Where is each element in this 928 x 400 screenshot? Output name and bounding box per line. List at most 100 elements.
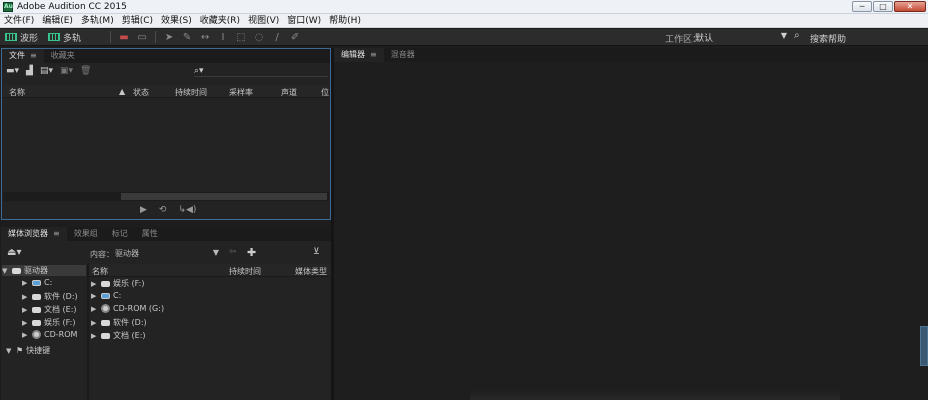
- razor-tool-icon[interactable]: ✎: [178, 29, 196, 46]
- system-drive-icon: [101, 292, 110, 299]
- list-item[interactable]: ▶ 文档 (E:): [91, 330, 146, 341]
- files-horizontal-scrollbar[interactable]: [3, 192, 329, 201]
- menu-window[interactable]: 窗口(W): [283, 14, 325, 28]
- tree-item-drives[interactable]: ▼ 驱动器: [2, 265, 86, 276]
- column-media-type[interactable]: 媒体类型: [295, 266, 327, 277]
- autoplay-icon[interactable]: ↳◀): [178, 205, 196, 215]
- tree-item-shortcuts[interactable]: ▼ ⚑ 快捷键: [6, 345, 50, 356]
- menu-edit[interactable]: 编辑(E): [38, 14, 77, 28]
- menu-view[interactable]: 视图(V): [244, 14, 283, 28]
- brush-tool-icon[interactable]: /: [268, 29, 286, 46]
- expand-right-icon[interactable]: ▶: [22, 319, 29, 327]
- tab-files[interactable]: 文件 ≡: [2, 49, 44, 63]
- column-duration[interactable]: 持续时间: [175, 87, 207, 98]
- open-file-icon[interactable]: ▬▾: [6, 66, 19, 76]
- spectral-frequency-icon[interactable]: ▬: [115, 29, 133, 46]
- menu-effects[interactable]: 效果(S): [157, 14, 196, 28]
- import-file-icon[interactable]: ▟: [26, 66, 33, 76]
- expand-right-icon[interactable]: ▶: [91, 319, 98, 327]
- column-name[interactable]: 名称: [9, 87, 25, 98]
- play-icon[interactable]: ▶: [140, 205, 147, 215]
- list-item[interactable]: ▶ 娱乐 (F:): [91, 278, 144, 289]
- files-search-input[interactable]: ⌕▾: [194, 66, 328, 77]
- list-item-label: 文档 (E:): [113, 331, 146, 340]
- expand-down-icon[interactable]: ▼: [6, 347, 13, 355]
- delete-icon[interactable]: 🗑: [80, 66, 91, 76]
- list-item[interactable]: ▶ CD-ROM (G:): [91, 304, 164, 313]
- tab-editor[interactable]: 编辑器 ≡: [334, 48, 384, 62]
- loop-icon[interactable]: ⟲: [159, 205, 167, 215]
- tree-item-c[interactable]: ▶ C:: [22, 278, 52, 287]
- media-column-header: 名称 持续时间 媒体类型: [89, 264, 330, 277]
- scrollbar-thumb[interactable]: [121, 193, 327, 200]
- move-tool-icon[interactable]: ➤: [160, 29, 178, 46]
- expand-down-icon[interactable]: ▼: [2, 267, 9, 275]
- tree-item-d[interactable]: ▶ 软件 (D:): [22, 291, 78, 302]
- tab-properties[interactable]: 属性: [135, 227, 165, 241]
- content-select[interactable]: 驱动器 ▼: [115, 248, 221, 259]
- expand-right-icon[interactable]: ▶: [91, 305, 98, 313]
- help-search-input[interactable]: 搜索帮助: [810, 32, 846, 45]
- tab-markers[interactable]: 标记: [105, 227, 135, 241]
- column-sample-rate[interactable]: 采样率: [229, 87, 253, 98]
- expand-right-icon[interactable]: ▶: [91, 292, 98, 300]
- menu-help[interactable]: 帮助(H): [325, 14, 365, 28]
- spectral-pitch-icon[interactable]: ▭: [133, 29, 151, 46]
- tree-item-cdrom[interactable]: ▶ CD-ROM: [22, 330, 77, 339]
- new-file-icon[interactable]: ▤▾: [40, 66, 53, 76]
- lasso-tool-icon[interactable]: ◌: [250, 29, 268, 46]
- close-button[interactable]: ✕: [894, 1, 926, 12]
- back-icon[interactable]: ⇦: [229, 247, 237, 257]
- tab-mixer[interactable]: 混音器: [384, 48, 422, 62]
- expand-right-icon[interactable]: ▶: [22, 306, 29, 314]
- expand-right-icon[interactable]: ▶: [22, 293, 29, 301]
- menu-file[interactable]: 文件(F): [0, 14, 38, 28]
- column-name[interactable]: 名称: [92, 266, 108, 277]
- tree-item-f[interactable]: ▶ 娱乐 (F:): [22, 317, 75, 328]
- column-status[interactable]: 状态: [133, 87, 149, 98]
- marquee-tool-icon[interactable]: ⬚: [232, 29, 250, 46]
- media-column-divider[interactable]: [87, 263, 89, 400]
- waveform-view-button[interactable]: 波形: [0, 29, 43, 46]
- filter-icon[interactable]: ⊻: [313, 247, 320, 257]
- expand-right-icon[interactable]: ▶: [22, 331, 29, 339]
- time-selection-tool-icon[interactable]: I: [214, 29, 232, 46]
- maximize-button[interactable]: □: [873, 1, 893, 12]
- editor-tab-bar: 编辑器 ≡ 混音器: [334, 48, 928, 62]
- column-duration[interactable]: 持续时间: [229, 266, 261, 277]
- drive-icon: [32, 306, 41, 313]
- menu-clip[interactable]: 剪辑(C): [118, 14, 157, 28]
- list-item-label: 软件 (D:): [113, 318, 147, 327]
- tab-favorites[interactable]: 收藏夹: [44, 49, 82, 63]
- minimize-button[interactable]: ─: [852, 1, 872, 12]
- expand-right-icon[interactable]: ▶: [91, 280, 98, 288]
- tab-effects-rack[interactable]: 效果组: [67, 227, 105, 241]
- vertical-scroll-handle[interactable]: [920, 326, 928, 366]
- add-shortcut-icon[interactable]: ✚: [247, 246, 256, 259]
- list-item[interactable]: ▶ C:: [91, 291, 121, 300]
- column-channels[interactable]: 声道: [281, 87, 297, 98]
- main-toolbar: 波形 多轨 ▬ ▭ ➤ ✎ ↔ I ⬚ ◌ / ✐ 工作区： 默认 ▼ ⌕ 搜索…: [0, 29, 928, 46]
- workspace-select[interactable]: 默认 ▼: [695, 31, 789, 44]
- slip-tool-icon[interactable]: ↔: [196, 29, 214, 46]
- panel-menu-icon[interactable]: ≡: [53, 229, 60, 238]
- tab-media-browser[interactable]: 媒体浏览器 ≡: [1, 227, 67, 241]
- column-bit-depth[interactable]: 位: [321, 87, 329, 98]
- menu-favorites[interactable]: 收藏夹(R): [196, 14, 244, 28]
- search-icon[interactable]: ⌕: [794, 30, 800, 41]
- list-item[interactable]: ▶ 软件 (D:): [91, 317, 147, 328]
- tree-item-e[interactable]: ▶ 文档 (E:): [22, 304, 77, 315]
- content-value: 驱动器: [115, 249, 139, 258]
- files-column-header: 名称 ▲ 状态 持续时间 采样率 声道 位: [3, 85, 329, 98]
- import-media-icon[interactable]: ⏏▾: [7, 247, 21, 258]
- spot-healing-tool-icon[interactable]: ✐: [286, 29, 304, 46]
- expand-right-icon[interactable]: ▶: [91, 332, 98, 340]
- panel-menu-icon[interactable]: ≡: [370, 50, 377, 59]
- insert-multitrack-icon[interactable]: ▣▾: [60, 66, 73, 76]
- multitrack-view-button[interactable]: 多轨: [43, 29, 86, 46]
- expand-right-icon[interactable]: ▶: [22, 279, 29, 287]
- menu-multitrack[interactable]: 多轨(M): [77, 14, 118, 28]
- panel-menu-icon[interactable]: ≡: [30, 51, 37, 60]
- tab-markers-label: 标记: [111, 229, 128, 238]
- tab-favorites-label: 收藏夹: [50, 51, 75, 60]
